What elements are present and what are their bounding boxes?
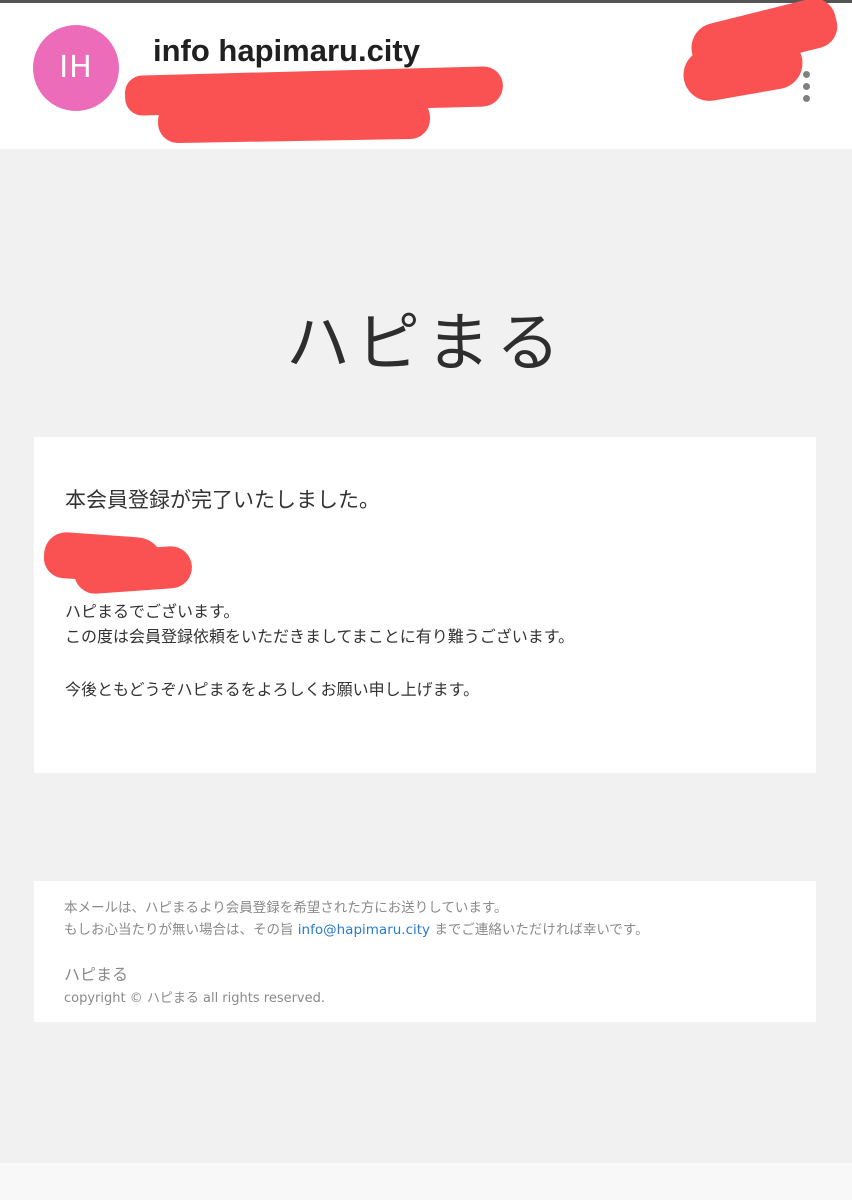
message-card: 本会員登録が完了いたしました。 ハピまるでございます。 この度は会員登録依頼をい… <box>34 437 816 773</box>
sender-name[interactable]: info hapimaru.city <box>153 33 420 69</box>
more-vert-icon[interactable] <box>797 71 815 111</box>
footer-copyright: copyright © ハピまる all rights reserved. <box>64 991 326 1006</box>
sender-avatar[interactable]: IH <box>33 25 119 111</box>
bottom-band <box>0 1163 852 1200</box>
email-header: IH info hapimaru.city <box>0 0 852 149</box>
email-footer: 本メールは、ハピまるより会員登録を希望された方にお送りしています。 もしお心当た… <box>34 881 816 1022</box>
message-greeting: ハピまるでございます。 <box>65 602 240 621</box>
message-thanks: この度は会員登録依頼をいただきましてまことに有り難うございます。 <box>65 627 575 646</box>
contact-email-link[interactable]: info@hapimaru.city <box>298 922 430 938</box>
message-closing: 今後ともどうぞハピまるをよろしくお願い申し上げます。 <box>65 680 480 699</box>
footer-notice-line1: 本メールは、ハピまるより会員登録を希望された方にお送りしています。 <box>64 900 508 916</box>
footer-brand: ハピまる <box>64 965 129 984</box>
footer-notice-prefix: もしお心当たりが無い場合は、その旨 <box>64 922 298 938</box>
footer-notice-suffix: までご連絡いただければ幸いです。 <box>430 922 649 938</box>
brand-title: ハピまる <box>286 307 566 381</box>
message-title: 本会員登録が完了いたしました。 <box>65 488 380 512</box>
redaction-mark <box>72 544 194 596</box>
footer-notice: 本メールは、ハピまるより会員登録を希望された方にお送りしています。 もしお心当た… <box>64 897 649 941</box>
redaction-mark <box>157 96 431 144</box>
footer-notice-line2: もしお心当たりが無い場合は、その旨 info@hapimaru.city までご… <box>64 919 649 941</box>
message-body: ハピまるでございます。 この度は会員登録依頼をいただきましてまことに有り難うござ… <box>65 599 574 702</box>
